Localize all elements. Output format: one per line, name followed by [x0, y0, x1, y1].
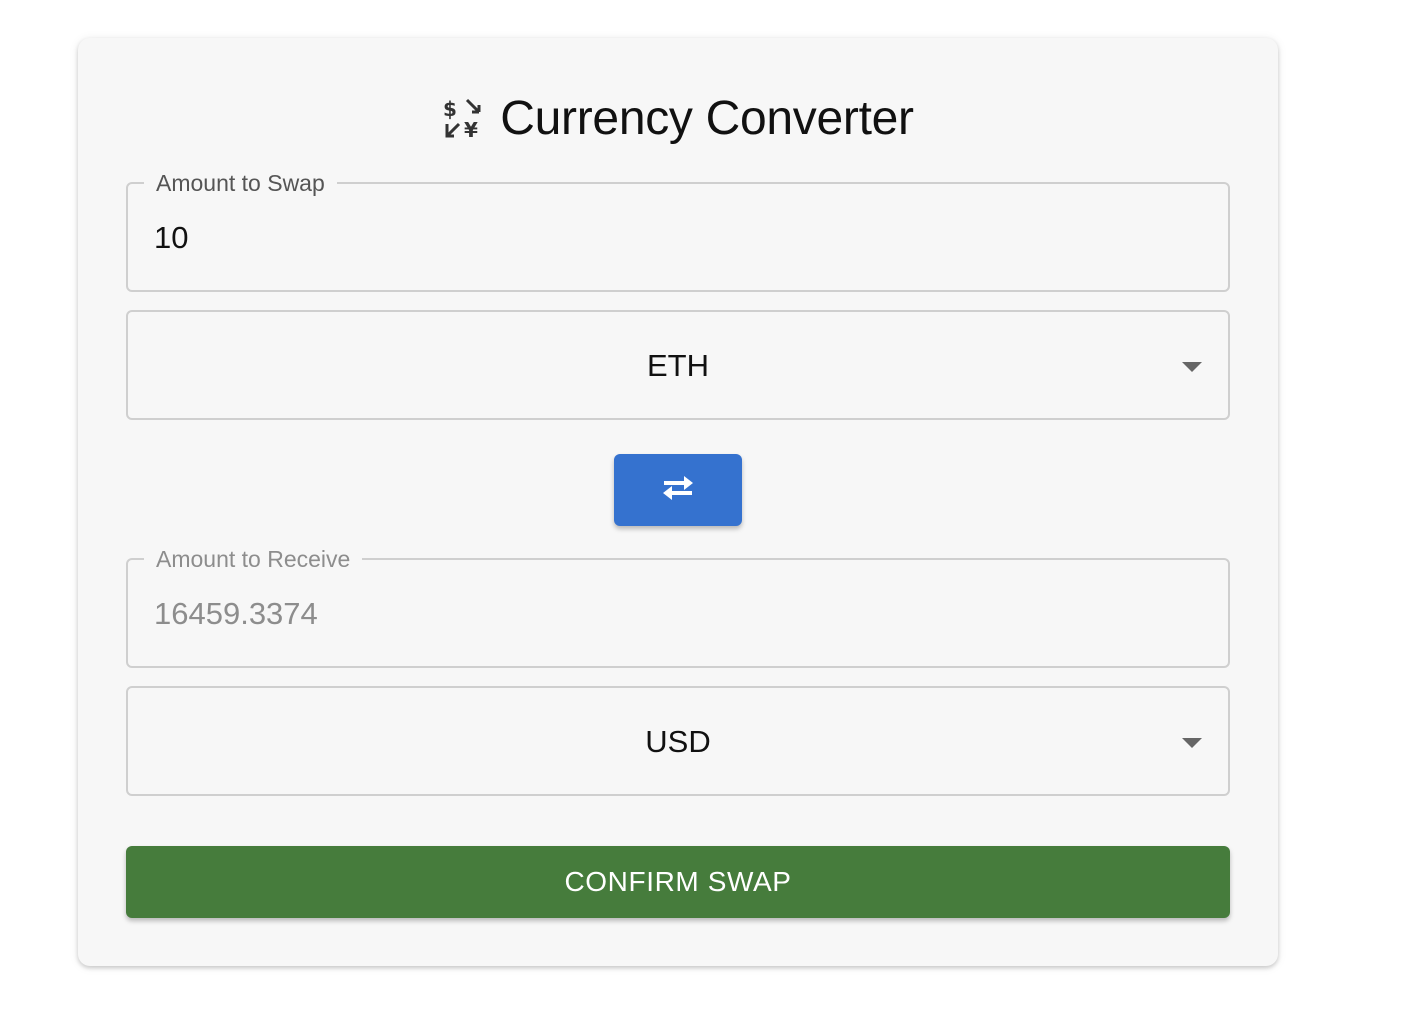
from-currency-value: ETH [647, 348, 709, 383]
amount-to-swap-label: Amount to Swap [144, 169, 337, 197]
from-currency-select[interactable]: ETH [126, 310, 1230, 420]
amount-to-receive-label: Amount to Receive [144, 545, 363, 573]
title-row: $ ¥ Currency Converter [78, 90, 1278, 146]
svg-text:$: $ [443, 97, 457, 121]
amount-to-receive-field: Amount to Receive 16459.3374 [126, 545, 1230, 668]
amount-to-swap-field[interactable]: Amount to Swap 10 [126, 169, 1230, 292]
page-title: Currency Converter [500, 91, 914, 145]
confirm-swap-button[interactable]: CONFIRM SWAP [126, 846, 1230, 918]
swap-currencies-button[interactable] [614, 454, 742, 526]
converter-card: $ ¥ Currency Converter Amount to Swap 10… [78, 38, 1278, 966]
currency-exchange-icon: $ ¥ [442, 97, 484, 139]
to-currency-select[interactable]: USD [126, 686, 1230, 796]
chevron-down-icon [1182, 738, 1202, 748]
svg-text:¥: ¥ [464, 118, 478, 139]
swap-arrows-icon [658, 473, 698, 508]
amount-to-swap-input[interactable]: 10 [154, 220, 188, 256]
to-currency-value: USD [645, 724, 711, 759]
amount-to-receive-value: 16459.3374 [154, 596, 318, 631]
chevron-down-icon [1182, 362, 1202, 372]
